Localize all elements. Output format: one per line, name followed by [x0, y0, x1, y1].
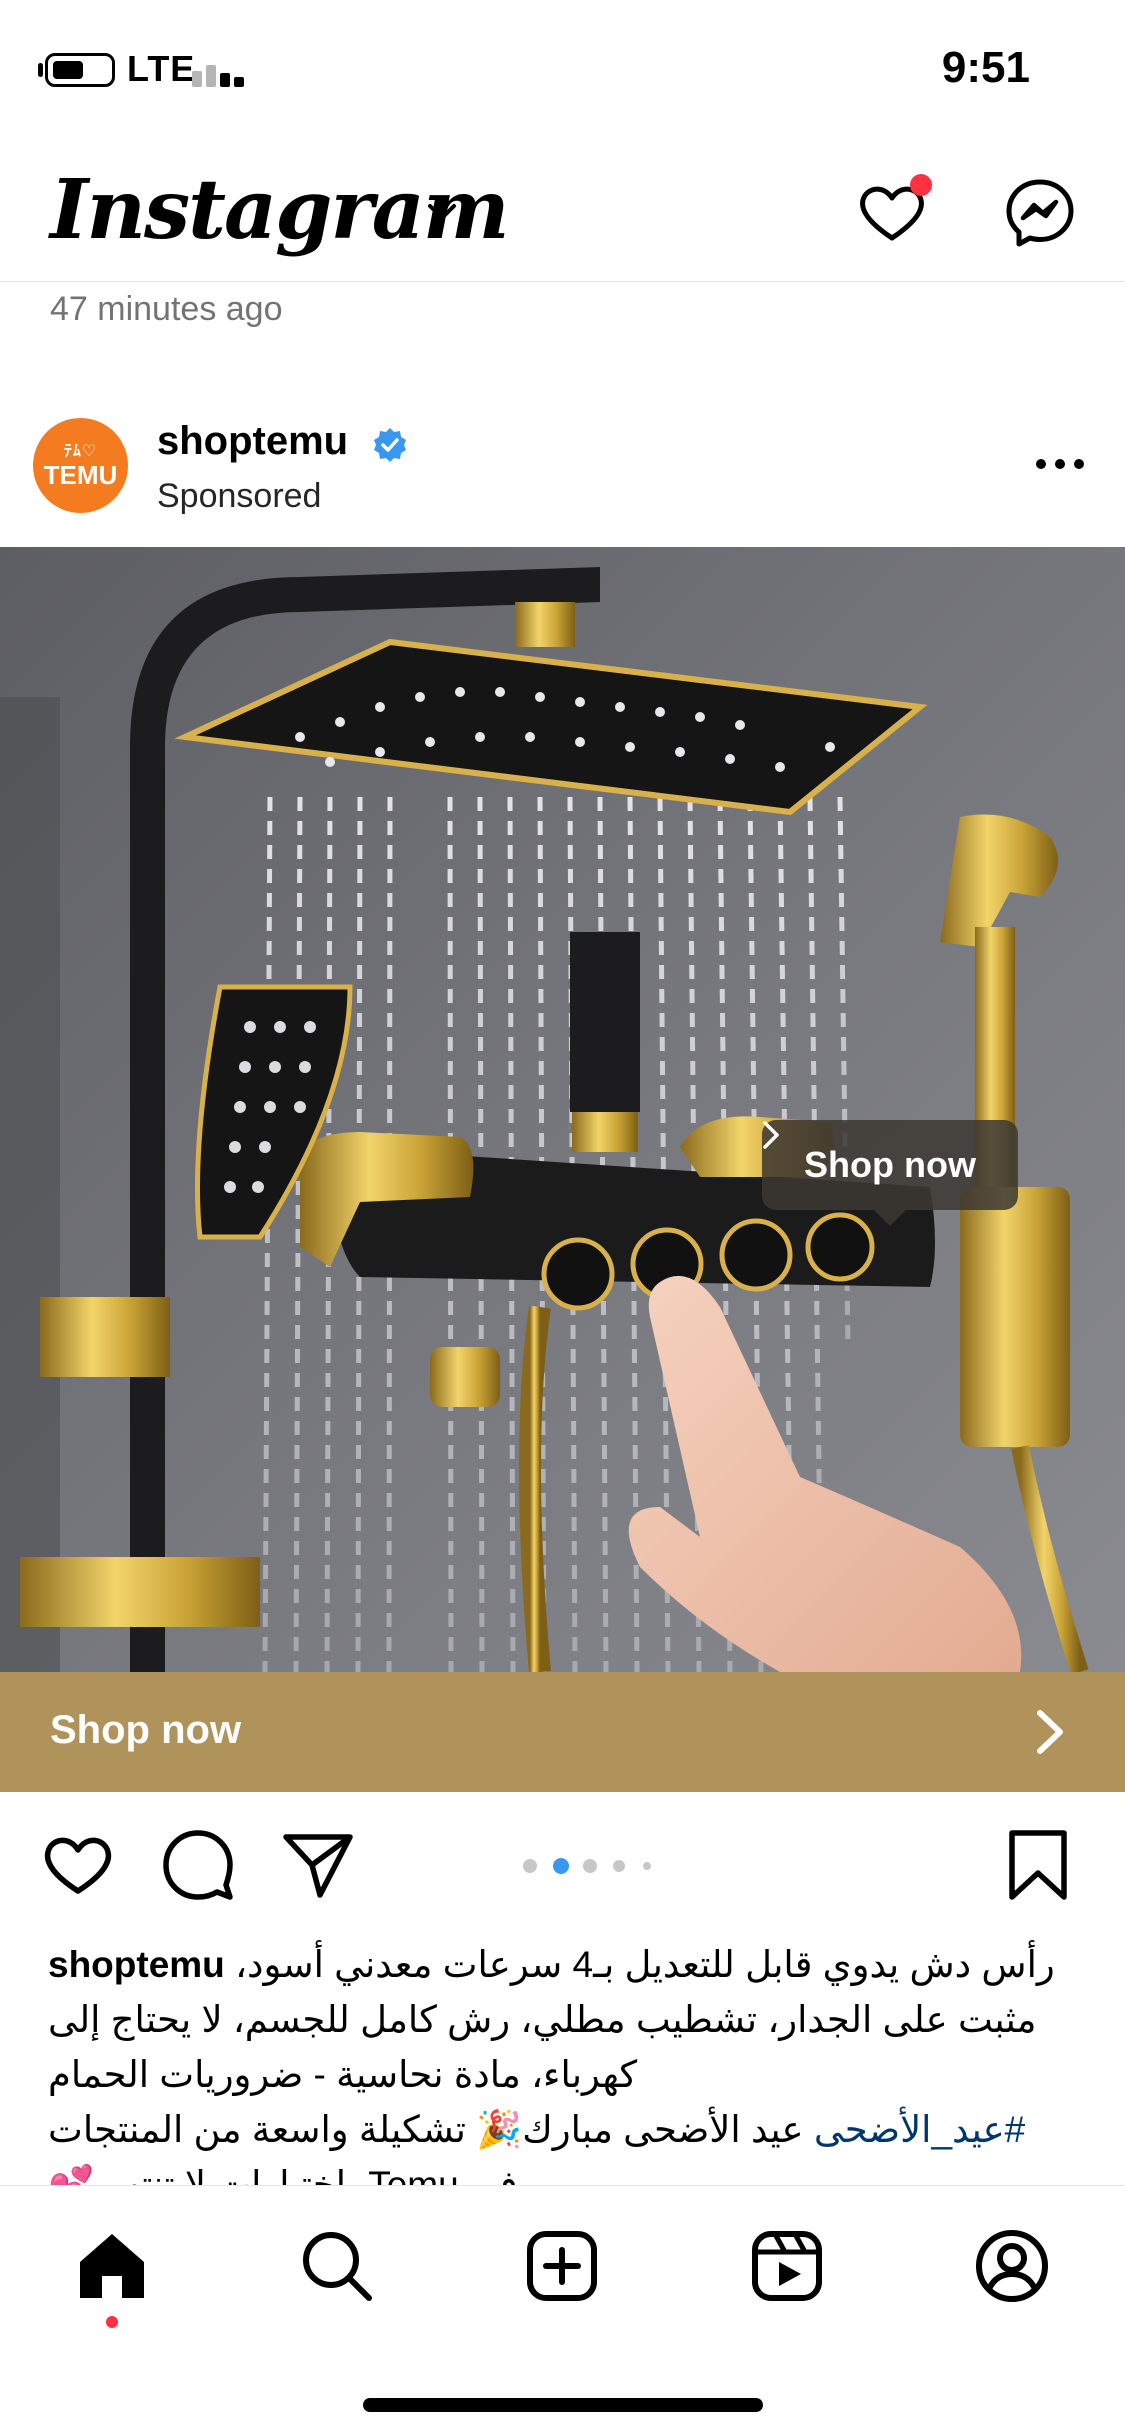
previous-post-timestamp: 47 minutes ago	[50, 290, 283, 328]
create-icon[interactable]	[522, 2226, 602, 2306]
search-icon[interactable]	[297, 2226, 377, 2306]
notification-dot	[910, 174, 932, 196]
shop-tag-label: Shop now	[804, 1144, 976, 1185]
messenger-icon[interactable]	[1003, 176, 1077, 250]
caption-hashtag[interactable]: #عيد_الأضحى	[814, 2109, 1025, 2150]
avatar-text: TEMU	[43, 459, 118, 490]
bottom-navigation	[0, 2185, 1125, 2436]
avatar-mark: ﾃﾑ♡	[63, 442, 98, 460]
caption-line-1: shoptemu رأس دش يدوي قابل للتعديل بـ4 سر…	[48, 1937, 1078, 2102]
carousel-dot	[583, 1859, 597, 1873]
status-time: 9:51	[941, 43, 1030, 92]
share-icon[interactable]	[280, 1827, 356, 1903]
post-media[interactable]: Shop now	[0, 547, 1125, 1672]
profile-icon[interactable]	[972, 2226, 1052, 2306]
home-notification-dot	[106, 2316, 118, 2328]
shop-now-tag[interactable]: Shop now	[762, 1120, 1018, 1210]
caption-username[interactable]: shoptemu	[48, 1944, 225, 1985]
chevron-right-icon	[1037, 1710, 1063, 1754]
post-caption[interactable]: shoptemu رأس دش يدوي قابل للتعديل بـ4 سر…	[48, 1937, 1078, 2185]
carousel-dot	[553, 1858, 569, 1874]
shower-system-image	[0, 547, 1125, 1672]
shop-tag-pointer	[874, 1210, 906, 1226]
battery-cap	[38, 63, 43, 77]
like-icon[interactable]	[40, 1827, 116, 1903]
post-username[interactable]: shoptemu	[157, 419, 348, 464]
sponsored-label: Sponsored	[157, 477, 322, 515]
verified-badge-icon	[374, 428, 406, 462]
caption-line-2: #عيد_الأضحى عيد الأضحى مبارك🎉 تشكيلة واس…	[48, 2102, 1078, 2185]
bookmark-icon[interactable]	[1000, 1827, 1076, 1903]
carousel-dot	[613, 1860, 625, 1872]
network-type: LTE	[127, 48, 196, 89]
post-actions	[0, 1792, 1125, 1932]
app-header: Instagram	[0, 140, 1125, 282]
cta-label: Shop now	[50, 1708, 242, 1752]
chevron-right-icon	[763, 1121, 779, 1149]
signal-strength-icon	[192, 55, 248, 87]
home-indicator	[363, 2398, 763, 2412]
carousel-indicator	[523, 1858, 663, 1874]
battery-level	[53, 61, 83, 79]
comment-icon[interactable]	[160, 1827, 236, 1903]
carousel-dot	[523, 1859, 537, 1873]
reels-icon[interactable]	[747, 2226, 827, 2306]
caption-text-2: عيد الأضحى مبارك🎉 تشكيلة واسعة من المنتج…	[48, 2109, 804, 2185]
carousel-dot	[643, 1862, 651, 1870]
avatar[interactable]: ﾃﾑ♡ TEMU	[33, 418, 128, 513]
post-header: ﾃﾑ♡ TEMU shoptemu Sponsored	[0, 395, 1125, 545]
battery-icon	[45, 53, 115, 87]
shop-now-cta[interactable]: Shop now	[0, 1672, 1125, 1792]
status-bar: LTE 9:51	[0, 0, 1125, 140]
more-options-icon[interactable]	[1030, 455, 1090, 475]
chevron-down-icon[interactable]	[422, 198, 462, 228]
home-icon[interactable]	[72, 2226, 152, 2306]
